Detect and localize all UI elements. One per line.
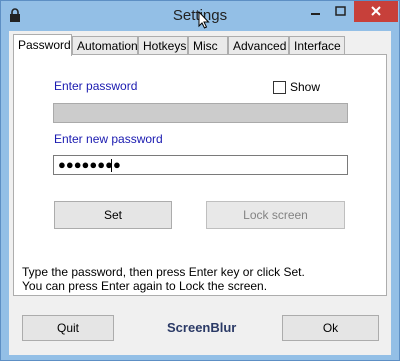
set-button[interactable]: Set xyxy=(54,201,172,229)
show-label[interactable]: Show xyxy=(290,80,320,94)
tab-password[interactable]: Password xyxy=(13,34,72,56)
maximize-icon xyxy=(335,6,346,16)
tab-advanced[interactable]: Advanced xyxy=(228,36,289,54)
tab-automation[interactable]: Automation xyxy=(72,36,138,54)
tab-misc[interactable]: Misc xyxy=(188,36,228,54)
text-caret xyxy=(111,159,112,172)
new-password-field[interactable]: ●●●●●●●● xyxy=(53,155,348,175)
client-area: Password Automation Hotkeys Misc Advance… xyxy=(9,31,391,355)
lock-screen-button[interactable]: Lock screen xyxy=(206,201,345,229)
show-checkbox[interactable] xyxy=(273,81,286,94)
quit-button[interactable]: Quit xyxy=(22,315,114,341)
title-bar[interactable]: Settings xyxy=(1,1,399,31)
enter-password-field[interactable] xyxy=(53,103,348,123)
new-password-label: Enter new password xyxy=(54,132,163,146)
settings-window: Settings Password Automation Hotkeys Mis… xyxy=(0,0,400,361)
minimize-button[interactable] xyxy=(303,1,328,22)
tab-hotkeys[interactable]: Hotkeys xyxy=(138,36,188,54)
maximize-button[interactable] xyxy=(328,1,353,22)
info-line-2: You can press Enter again to Lock the sc… xyxy=(22,279,268,293)
enter-password-label: Enter password xyxy=(54,79,138,93)
ok-button[interactable]: Ok xyxy=(282,315,379,341)
close-button[interactable] xyxy=(354,1,398,22)
minimize-icon xyxy=(311,13,320,15)
password-tab-panel: Enter password Show Enter new password ●… xyxy=(13,54,387,296)
mouse-cursor-icon xyxy=(198,11,210,29)
info-line-1: Type the password, then press Enter key … xyxy=(22,265,305,279)
tab-interface[interactable]: Interface xyxy=(289,36,345,54)
close-icon xyxy=(371,6,381,16)
brand-label: ScreenBlur xyxy=(167,320,237,335)
